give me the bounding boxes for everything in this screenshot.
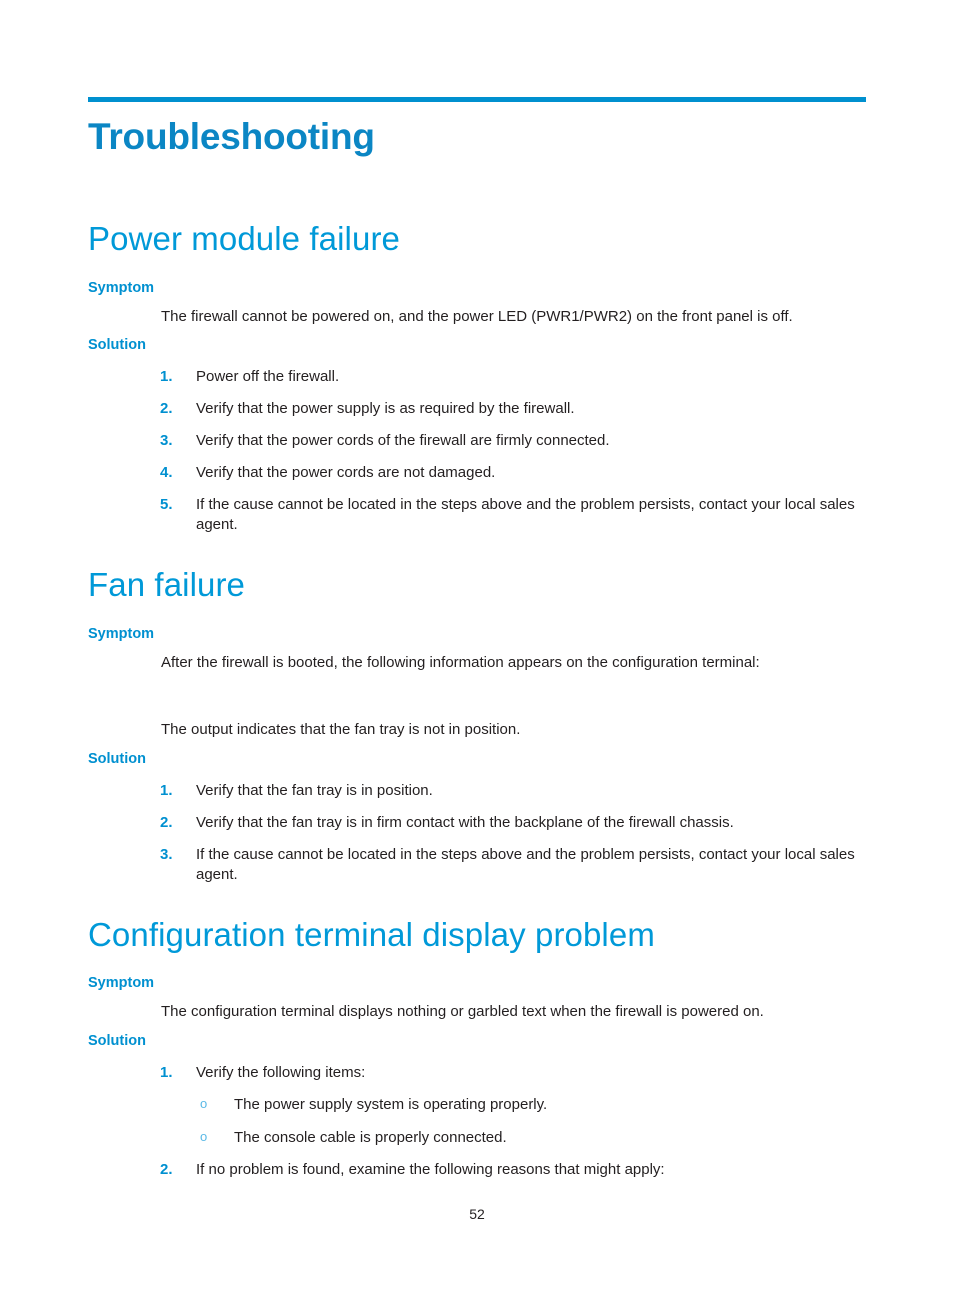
symptom-text: The firewall cannot be powered on, and t… bbox=[161, 307, 793, 325]
solution-step-list: 1. Power off the firewall. 2. Verify tha… bbox=[88, 367, 868, 535]
list-marker: 2. bbox=[160, 813, 173, 831]
section-power-module-failure: Power module failure Symptom The firewal… bbox=[88, 220, 868, 535]
list-item: 1. Power off the firewall. bbox=[88, 367, 868, 387]
list-marker: 2. bbox=[160, 1160, 173, 1178]
list-item-text: Power off the firewall. bbox=[196, 368, 340, 386]
list-item-text: Verify that the power supply is as requi… bbox=[196, 400, 575, 418]
circle-bullet-icon: o bbox=[200, 1096, 208, 1112]
symptom-text: After the firewall is booted, the follow… bbox=[161, 653, 760, 671]
list-item: 2. Verify that the power supply is as re… bbox=[88, 399, 868, 419]
section-configuration-terminal-display-problem: Configuration terminal display problem S… bbox=[88, 915, 868, 1180]
document-page: Troubleshooting Power module failure Sym… bbox=[0, 0, 954, 1296]
list-item: 1. Verify the following items: o The pow… bbox=[88, 1063, 868, 1148]
page-number: 52 bbox=[469, 1206, 485, 1222]
sub-list-item: o The power supply system is operating p… bbox=[196, 1095, 868, 1115]
section-heading: Fan failure bbox=[88, 565, 246, 603]
page-content: Troubleshooting Power module failure Sym… bbox=[88, 110, 868, 1180]
list-item: 5. If the cause cannot be located in the… bbox=[88, 495, 868, 535]
list-marker: 3. bbox=[160, 432, 173, 450]
list-item: 2. If no problem is found, examine the f… bbox=[88, 1160, 868, 1180]
symptom-heading: Symptom bbox=[88, 279, 155, 296]
list-item-text: Verify that the power cords are not dama… bbox=[196, 464, 496, 482]
list-marker: 3. bbox=[160, 845, 173, 863]
symptom-heading: Symptom bbox=[88, 625, 155, 642]
list-marker: 1. bbox=[160, 782, 173, 800]
circle-bullet-icon: o bbox=[200, 1128, 208, 1144]
sub-list-item-text: The power supply system is operating pro… bbox=[234, 1096, 548, 1114]
list-item-text: If the cause cannot be located in the st… bbox=[196, 496, 855, 533]
section-fan-failure: Fan failure Symptom After the firewall i… bbox=[88, 565, 868, 885]
section-heading: Configuration terminal display problem bbox=[88, 915, 655, 953]
list-marker: 1. bbox=[160, 368, 173, 386]
sub-list-item: o The console cable is properly connecte… bbox=[196, 1128, 868, 1148]
list-item-text: If the cause cannot be located in the st… bbox=[196, 845, 855, 883]
header-rule bbox=[88, 97, 866, 102]
list-item-text: If no problem is found, examine the foll… bbox=[196, 1160, 665, 1178]
list-item: 2. Verify that the fan tray is in firm c… bbox=[88, 813, 868, 833]
list-marker: 4. bbox=[160, 464, 173, 482]
list-item-text: Verify the following items: bbox=[196, 1064, 366, 1082]
list-marker: 2. bbox=[160, 400, 173, 418]
terminal-output-placeholder bbox=[88, 672, 868, 720]
list-item-text: Verify that the power cords of the firew… bbox=[196, 432, 610, 450]
sub-list-item-text: The console cable is properly connected. bbox=[234, 1128, 507, 1146]
page-title: Troubleshooting bbox=[88, 116, 375, 157]
list-item: 3. Verify that the power cords of the fi… bbox=[88, 431, 868, 451]
list-item: 3. If the cause cannot be located in the… bbox=[88, 845, 868, 885]
list-item-text: Verify that the fan tray is in firm cont… bbox=[196, 813, 734, 831]
section-heading: Power module failure bbox=[88, 220, 400, 257]
symptom-heading: Symptom bbox=[88, 975, 155, 992]
solution-heading: Solution bbox=[88, 751, 146, 768]
solution-heading: Solution bbox=[88, 337, 146, 354]
solution-step-list: 1. Verify that the fan tray is in positi… bbox=[88, 781, 868, 885]
list-item: 4. Verify that the power cords are not d… bbox=[88, 463, 868, 483]
list-item: 1. Verify that the fan tray is in positi… bbox=[88, 781, 868, 801]
list-marker: 5. bbox=[160, 496, 173, 514]
symptom-text: The configuration terminal displays noth… bbox=[161, 1003, 764, 1021]
solution-step-list: 1. Verify the following items: o The pow… bbox=[88, 1063, 868, 1180]
symptom-text-secondary: The output indicates that the fan tray i… bbox=[161, 721, 521, 739]
sub-bullet-list: o The power supply system is operating p… bbox=[196, 1095, 868, 1148]
list-marker: 1. bbox=[160, 1064, 173, 1082]
solution-heading: Solution bbox=[88, 1033, 146, 1050]
list-item-text: Verify that the fan tray is in position. bbox=[196, 782, 433, 800]
